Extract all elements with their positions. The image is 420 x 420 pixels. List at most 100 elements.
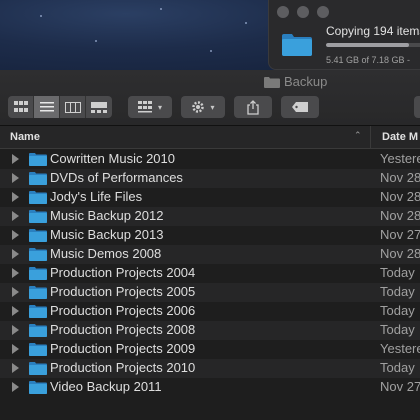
star bbox=[245, 22, 247, 24]
disclosure-triangle-icon[interactable] bbox=[12, 382, 19, 392]
disclosure-triangle-icon[interactable] bbox=[12, 173, 19, 183]
disclosure-triangle-icon[interactable] bbox=[12, 363, 19, 373]
group-icon bbox=[137, 101, 152, 113]
file-date: Today bbox=[380, 303, 415, 318]
file-date: Yestere bbox=[380, 341, 420, 356]
star bbox=[160, 8, 162, 10]
share-icon bbox=[247, 99, 259, 115]
list-item[interactable]: Music Backup 2013 Nov 27 bbox=[0, 226, 420, 245]
copy-progress-window: Copying 194 items 5.41 GB of 7.18 GB - bbox=[268, 0, 420, 70]
list-view-button[interactable] bbox=[34, 96, 60, 118]
disclosure-triangle-icon[interactable] bbox=[12, 306, 19, 316]
file-name: Production Projects 2008 bbox=[50, 322, 196, 337]
file-date: Today bbox=[380, 284, 415, 299]
disclosure-triangle-icon[interactable] bbox=[12, 287, 19, 297]
folder-icon bbox=[264, 76, 280, 88]
search-button[interactable] bbox=[414, 96, 420, 118]
gallery-view-button[interactable] bbox=[86, 96, 112, 118]
column-divider[interactable] bbox=[370, 126, 371, 148]
folder-icon bbox=[29, 248, 47, 261]
list-item[interactable]: Music Backup 2012 Nov 28 bbox=[0, 207, 420, 226]
view-mode-control bbox=[8, 96, 112, 118]
icon-view-button[interactable] bbox=[8, 96, 34, 118]
folder-icon bbox=[29, 305, 47, 318]
file-date: Nov 28 bbox=[380, 189, 420, 204]
folder-icon bbox=[29, 343, 47, 356]
tags-button[interactable] bbox=[281, 96, 319, 118]
tag-icon bbox=[292, 102, 308, 112]
list-item[interactable]: Production Projects 2006 Today bbox=[0, 302, 420, 321]
sort-ascending-icon: ⌃ bbox=[354, 130, 362, 140]
chevron-down-icon: ▾ bbox=[210, 102, 215, 112]
list-view-icon bbox=[39, 102, 54, 112]
icon-view-icon bbox=[13, 101, 28, 112]
chevron-down-icon: ▾ bbox=[157, 102, 162, 112]
column-view-button[interactable] bbox=[60, 96, 86, 118]
star bbox=[210, 50, 212, 52]
name-column-header[interactable]: Name bbox=[10, 131, 40, 143]
list-item[interactable]: Video Backup 2011 Nov 27 bbox=[0, 378, 420, 397]
group-by-button[interactable]: ▾ bbox=[128, 96, 172, 118]
disclosure-triangle-icon[interactable] bbox=[12, 154, 19, 164]
list-item[interactable]: DVDs of Performances Nov 28 bbox=[0, 169, 420, 188]
window-title: Backup bbox=[284, 74, 328, 89]
list-header: Name ⌃ Date M bbox=[0, 126, 420, 149]
file-name: DVDs of Performances bbox=[50, 170, 183, 185]
share-button[interactable] bbox=[234, 96, 272, 118]
disclosure-triangle-icon[interactable] bbox=[12, 192, 19, 202]
copy-status-text: 5.41 GB of 7.18 GB - bbox=[326, 55, 411, 65]
list-item[interactable]: Production Projects 2004 Today bbox=[0, 264, 420, 283]
gallery-view-icon bbox=[91, 101, 107, 113]
disclosure-triangle-icon[interactable] bbox=[12, 249, 19, 259]
folder-icon bbox=[29, 172, 47, 185]
list-item[interactable]: Jody's Life Files Nov 28 bbox=[0, 188, 420, 207]
folder-icon bbox=[29, 229, 47, 242]
file-date: Today bbox=[380, 360, 415, 375]
folder-icon bbox=[29, 191, 47, 204]
file-list: Cowritten Music 2010 Yestere DVDs of Per… bbox=[0, 150, 420, 420]
close-window-button[interactable] bbox=[277, 6, 289, 18]
folder-icon bbox=[29, 267, 47, 280]
file-date: Nov 28 bbox=[380, 246, 420, 261]
file-name: Music Demos 2008 bbox=[50, 246, 162, 261]
gear-icon bbox=[192, 101, 205, 113]
disclosure-triangle-icon[interactable] bbox=[12, 230, 19, 240]
disclosure-triangle-icon[interactable] bbox=[12, 268, 19, 278]
file-date: Nov 27 bbox=[380, 379, 420, 394]
file-name: Production Projects 2009 bbox=[50, 341, 196, 356]
list-item[interactable]: Cowritten Music 2010 Yestere bbox=[0, 150, 420, 169]
list-item[interactable]: Production Projects 2005 Today bbox=[0, 283, 420, 302]
file-date: Nov 28 bbox=[380, 170, 420, 185]
file-date: Yestere bbox=[380, 151, 420, 166]
folder-icon bbox=[29, 210, 47, 223]
list-item[interactable]: Production Projects 2009 Yestere bbox=[0, 340, 420, 359]
file-date: Today bbox=[380, 265, 415, 280]
folder-icon bbox=[29, 153, 47, 166]
disclosure-triangle-icon[interactable] bbox=[12, 325, 19, 335]
copy-title: Copying 194 items bbox=[326, 24, 420, 38]
file-date: Nov 27 bbox=[380, 227, 420, 242]
file-name: Music Backup 2013 bbox=[50, 227, 164, 242]
zoom-window-button[interactable] bbox=[317, 6, 329, 18]
folder-icon bbox=[29, 381, 47, 394]
file-name: Video Backup 2011 bbox=[50, 379, 162, 394]
list-item[interactable]: Production Projects 2010 Today bbox=[0, 359, 420, 378]
file-date: Nov 28 bbox=[380, 208, 420, 223]
copy-progress-fill bbox=[326, 43, 409, 47]
disclosure-triangle-icon[interactable] bbox=[12, 344, 19, 354]
disclosure-triangle-icon[interactable] bbox=[12, 211, 19, 221]
minimize-window-button[interactable] bbox=[297, 6, 309, 18]
file-name: Production Projects 2004 bbox=[50, 265, 196, 280]
list-item[interactable]: Production Projects 2008 Today bbox=[0, 321, 420, 340]
folder-icon bbox=[29, 324, 47, 337]
finder-window: Backup ▾ ▾ Name ⌃ Date M Cowritten Music… bbox=[0, 70, 420, 420]
folder-icon bbox=[29, 286, 47, 299]
copy-progress-bar bbox=[326, 43, 420, 47]
action-menu-button[interactable]: ▾ bbox=[181, 96, 225, 118]
date-column-header[interactable]: Date M bbox=[382, 131, 418, 143]
list-item[interactable]: Music Demos 2008 Nov 28 bbox=[0, 245, 420, 264]
file-name: Production Projects 2006 bbox=[50, 303, 196, 318]
folder-icon bbox=[29, 362, 47, 375]
file-name: Production Projects 2005 bbox=[50, 284, 196, 299]
file-name: Production Projects 2010 bbox=[50, 360, 196, 375]
